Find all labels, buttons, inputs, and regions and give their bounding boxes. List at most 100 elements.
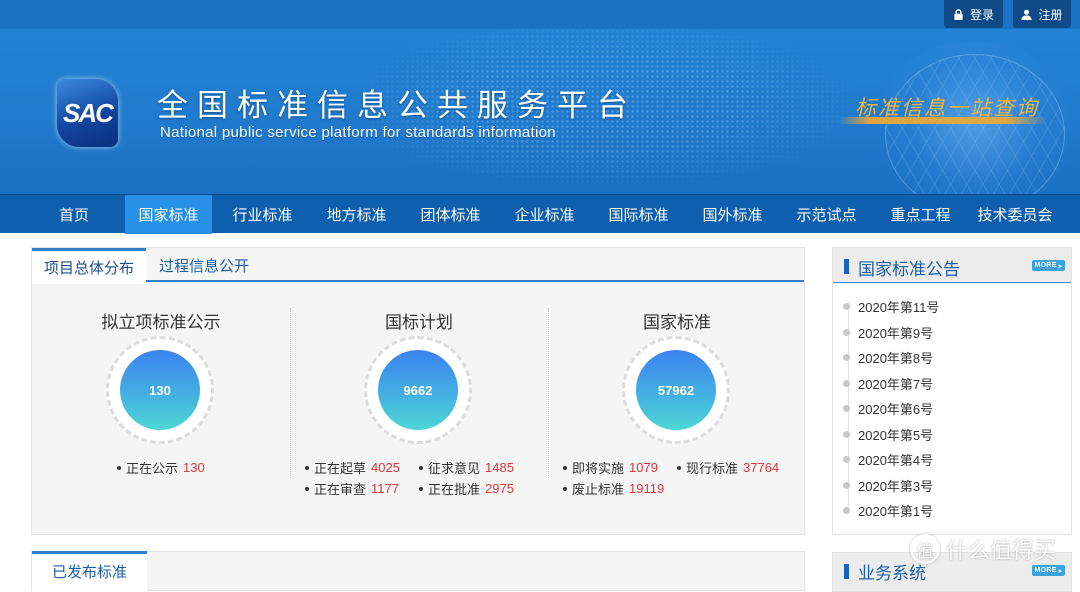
total-count: 130 xyxy=(120,350,200,430)
sac-logo[interactable]: SAC xyxy=(57,79,118,147)
stat-drafting[interactable]: 正在起草 4025 xyxy=(305,458,400,477)
stat-upcoming[interactable]: 即将实施 1079 xyxy=(563,458,658,477)
panel-tabs: 项目总体分布 过程信息公开 xyxy=(32,248,804,284)
notice-item[interactable]: 2020年第4号 xyxy=(843,450,933,469)
site-subtitle: National public service platform for sta… xyxy=(160,124,556,141)
stat-label: 即将实施 xyxy=(572,461,625,476)
notice-label: 2020年第6号 xyxy=(858,402,934,417)
total-count: 57962 xyxy=(636,350,716,430)
stat-value: 1485 xyxy=(485,460,514,475)
stat-label: 废止标准 xyxy=(572,482,625,497)
stat-approving[interactable]: 正在批准 2975 xyxy=(419,479,514,498)
bullet-icon xyxy=(563,486,567,491)
bullet-icon xyxy=(305,465,309,470)
timeline-dot-icon xyxy=(843,431,850,438)
stat-label: 正在公示 xyxy=(126,461,179,476)
nav-item-enterprise-standards[interactable]: 企业标准 xyxy=(501,195,588,234)
notice-item[interactable]: 2020年第7号 xyxy=(843,374,933,393)
play-arrow-icon: ▸ xyxy=(1058,567,1063,575)
stat-label: 正在批准 xyxy=(428,482,481,497)
notice-item[interactable]: 2020年第6号 xyxy=(843,399,933,418)
timeline-dot-icon xyxy=(843,354,850,361)
header-accent-bar xyxy=(844,564,849,579)
header-accent-bar xyxy=(844,259,849,274)
tab-published-standards[interactable]: 已发布标准 xyxy=(32,551,147,591)
published-standards-panel: 已发布标准 xyxy=(31,551,805,591)
notice-label: 2020年第3号 xyxy=(858,479,934,494)
total-ring[interactable]: 130 xyxy=(106,336,214,444)
main-nav: 首页 国家标准 行业标准 地方标准 团体标准 企业标准 国际标准 国外标准 示范… xyxy=(0,194,1080,234)
nav-item-industry-standards[interactable]: 行业标准 xyxy=(219,195,306,234)
nav-item-pilot-demo[interactable]: 示范试点 xyxy=(783,195,870,234)
business-more-button[interactable]: MORE ▸ xyxy=(1032,565,1065,576)
register-label: 注册 xyxy=(1038,7,1063,22)
bullet-icon xyxy=(117,465,121,470)
notices-title: 国家标准公告 xyxy=(858,260,960,279)
site-title: 全国标准信息公共服务平台 xyxy=(157,88,637,123)
user-icon xyxy=(1021,9,1033,20)
nav-item-international-standards[interactable]: 国际标准 xyxy=(595,195,682,234)
stat-value: 2975 xyxy=(485,481,514,496)
stat-value: 1079 xyxy=(629,460,658,475)
stat-soliciting-opinions[interactable]: 征求意见 1485 xyxy=(419,458,514,477)
notice-item[interactable]: 2020年第5号 xyxy=(843,425,933,444)
nav-item-foreign-standards[interactable]: 国外标准 xyxy=(689,195,776,234)
column-title: 国家标准 xyxy=(643,313,711,332)
column-title: 国标计划 xyxy=(385,313,453,332)
notices-more-button[interactable]: MORE ▸ xyxy=(1032,260,1065,271)
notices-header: 国家标准公告 MORE ▸ xyxy=(833,248,1071,283)
timeline-dot-icon xyxy=(843,303,850,310)
total-ring[interactable]: 9662 xyxy=(364,336,472,444)
notice-label: 2020年第11号 xyxy=(858,300,940,315)
bullet-icon xyxy=(677,465,681,470)
timeline-dot-icon xyxy=(843,507,850,514)
notice-item[interactable]: 2020年第1号 xyxy=(843,501,933,520)
top-bar: 登录 注册 xyxy=(0,0,1080,29)
more-label: MORE xyxy=(1034,567,1057,574)
stat-value: 37764 xyxy=(743,460,780,475)
nav-item-national-standards[interactable]: 国家标准 xyxy=(125,195,212,234)
notice-label: 2020年第4号 xyxy=(858,453,934,468)
notice-label: 2020年第9号 xyxy=(858,326,934,341)
lock-icon xyxy=(954,8,963,20)
project-distribution-panel: 项目总体分布 过程信息公开 拟立项标准公示 130 正在公示 130 国标计划 … xyxy=(31,247,805,535)
stat-label: 现行标准 xyxy=(686,461,739,476)
stat-current[interactable]: 现行标准 37764 xyxy=(677,458,779,477)
notice-label: 2020年第5号 xyxy=(858,428,934,443)
tab-process-info[interactable]: 过程信息公开 xyxy=(146,248,262,282)
nav-item-local-standards[interactable]: 地方标准 xyxy=(313,195,400,234)
stat-value: 1177 xyxy=(371,481,399,496)
stat-value: 4025 xyxy=(371,460,400,475)
stat-abolished[interactable]: 废止标准 19119 xyxy=(563,479,664,498)
national-standard-notices: 国家标准公告 MORE ▸ 2020年第11号 2020年第9号 2020年第8… xyxy=(832,247,1072,535)
notice-label: 2020年第8号 xyxy=(858,351,934,366)
notice-item[interactable]: 2020年第8号 xyxy=(843,348,933,367)
slogan: 标准信息一站查询 xyxy=(855,96,1039,120)
login-button[interactable]: 登录 xyxy=(944,0,1003,28)
bullet-icon xyxy=(419,465,423,470)
nav-item-home[interactable]: 首页 xyxy=(40,195,108,234)
notice-item[interactable]: 2020年第9号 xyxy=(843,323,933,342)
business-systems: 业务系统 MORE ▸ xyxy=(832,552,1072,592)
logo-text: SAC xyxy=(63,97,114,128)
nav-item-tech-committees[interactable]: 技术委员会 xyxy=(966,195,1064,234)
notice-item[interactable]: 2020年第3号 xyxy=(843,476,933,495)
nav-item-group-standards[interactable]: 团体标准 xyxy=(407,195,494,234)
timeline-dot-icon xyxy=(843,380,850,387)
timeline-dot-icon xyxy=(843,405,850,412)
stat-label: 正在起草 xyxy=(314,461,367,476)
tab-project-distribution[interactable]: 项目总体分布 xyxy=(32,248,146,284)
play-arrow-icon: ▸ xyxy=(1058,262,1063,270)
nav-item-key-projects[interactable]: 重点工程 xyxy=(877,195,964,234)
bullet-icon xyxy=(563,465,567,470)
bullet-icon xyxy=(419,486,423,491)
stat-publicizing[interactable]: 正在公示 130 xyxy=(117,458,205,477)
stat-value: 130 xyxy=(183,460,205,475)
timeline-dot-icon xyxy=(843,329,850,336)
register-button[interactable]: 注册 xyxy=(1013,0,1071,28)
notice-item[interactable]: 2020年第11号 xyxy=(843,297,939,316)
stat-reviewing[interactable]: 正在审查 1177 xyxy=(305,479,399,498)
stat-value: 19119 xyxy=(629,481,665,496)
total-ring[interactable]: 57962 xyxy=(622,336,730,444)
column-title: 拟立项标准公示 xyxy=(101,313,221,332)
